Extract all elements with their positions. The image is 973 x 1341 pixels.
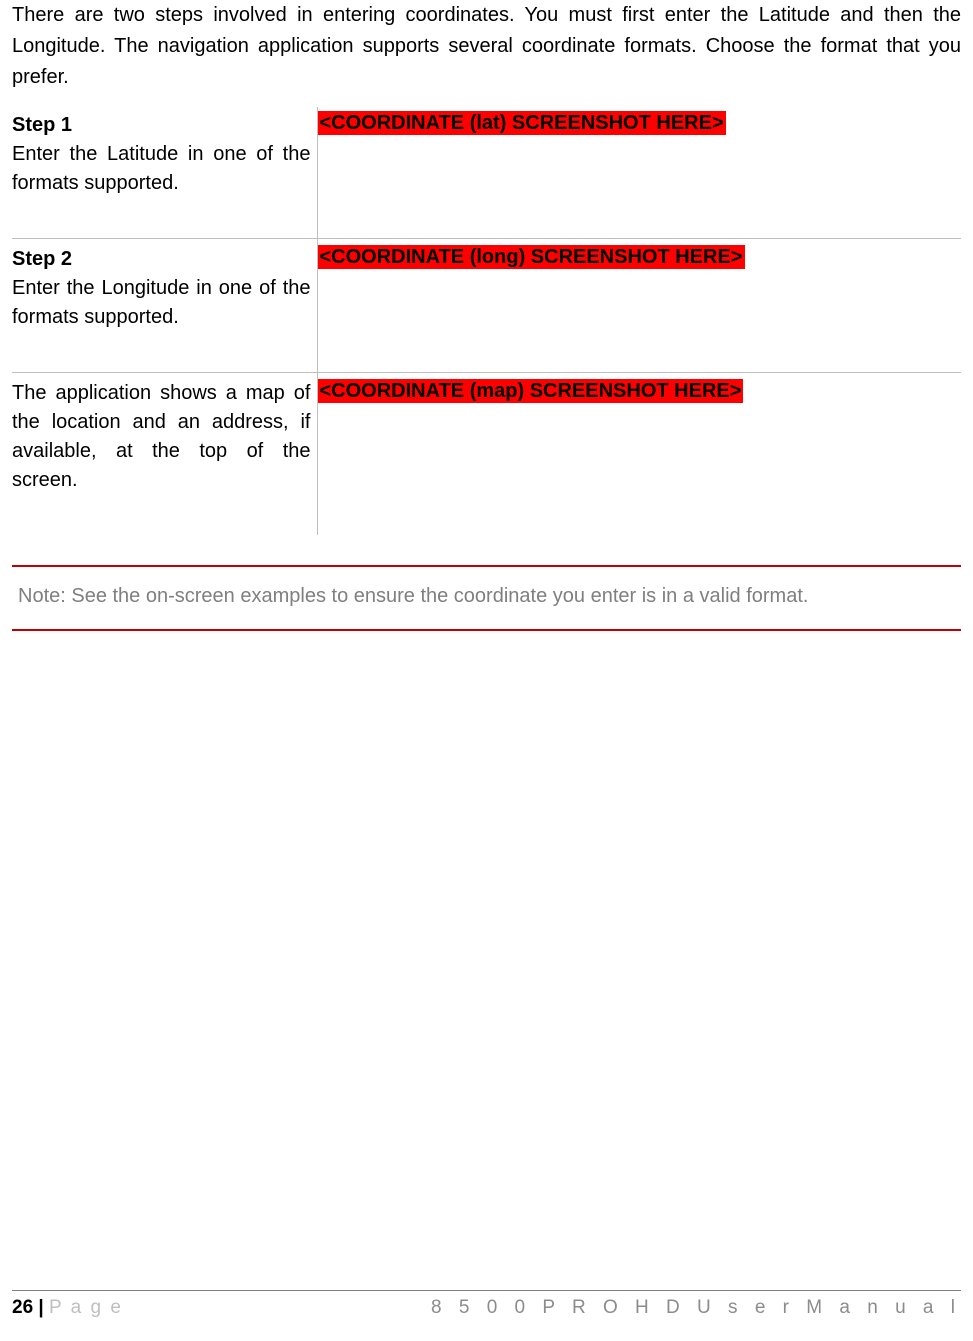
table-row: Step 1 Enter the Latitude in one of the … <box>12 107 961 239</box>
step-cell: Step 1 Enter the Latitude in one of the … <box>12 107 317 239</box>
table-row: The application shows a map of the locat… <box>12 373 961 536</box>
footer-page-indicator: 26 | P a g e <box>12 1297 123 1319</box>
page-footer: 26 | P a g e 8 5 0 0 P R O H D U s e r M… <box>12 1290 961 1319</box>
note-box: Note: See the on-screen examples to ensu… <box>12 565 961 631</box>
step-description: The application shows a map of the locat… <box>12 379 311 495</box>
step-cell: The application shows a map of the locat… <box>12 373 317 536</box>
screenshot-placeholder: <COORDINATE (long) SCREENSHOT HERE> <box>318 245 745 269</box>
step-title: Step 1 <box>12 111 311 140</box>
steps-table: Step 1 Enter the Latitude in one of the … <box>12 107 961 535</box>
intro-paragraph: There are two steps involved in entering… <box>12 0 961 93</box>
screenshot-cell: <COORDINATE (lat) SCREENSHOT HERE> <box>317 107 961 239</box>
step-cell: Step 2 Enter the Longitude in one of the… <box>12 239 317 373</box>
footer-separator: | <box>33 1297 49 1318</box>
screenshot-placeholder: <COORDINATE (lat) SCREENSHOT HERE> <box>318 111 726 135</box>
step-title: Step 2 <box>12 245 311 274</box>
step-description: Enter the Latitude in one of the formats… <box>12 140 311 198</box>
screenshot-cell: <COORDINATE (map) SCREENSHOT HERE> <box>317 373 961 536</box>
step-description: Enter the Longitude in one of the format… <box>12 274 311 332</box>
screenshot-placeholder: <COORDINATE (map) SCREENSHOT HERE> <box>318 379 744 403</box>
page-number: 26 <box>12 1297 33 1318</box>
footer-manual-title: 8 5 0 0 P R O H D U s e r M a n u a l <box>431 1297 961 1319</box>
table-row: Step 2 Enter the Longitude in one of the… <box>12 239 961 373</box>
screenshot-cell: <COORDINATE (long) SCREENSHOT HERE> <box>317 239 961 373</box>
footer-page-word: P a g e <box>49 1297 123 1318</box>
